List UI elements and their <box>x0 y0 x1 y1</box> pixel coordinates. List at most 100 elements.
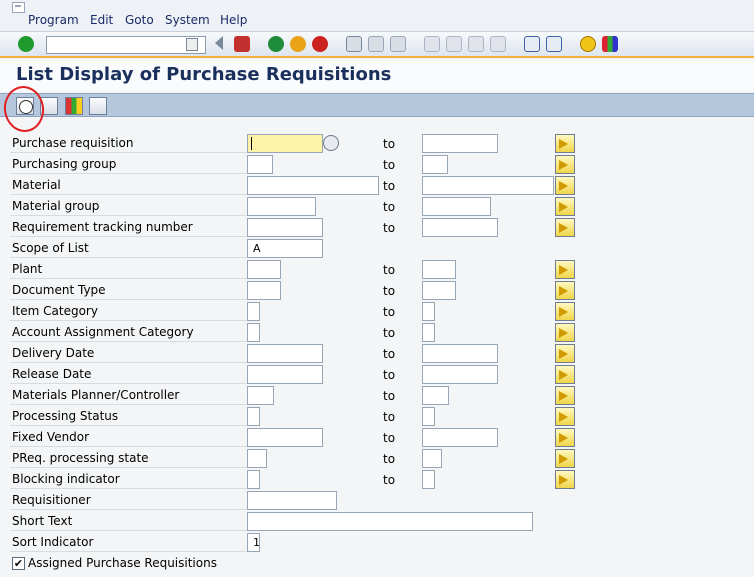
multiple-selection-arrow-icon[interactable] <box>555 197 575 216</box>
label-blocking-indicator: Blocking indicator <box>12 472 120 486</box>
field-blocking-indicator-to[interactable] <box>422 470 435 489</box>
multiple-selection-arrow-icon[interactable] <box>555 134 575 153</box>
multiple-selection-arrow-icon[interactable] <box>555 470 575 489</box>
field-preq-processing-state-from[interactable] <box>247 449 267 468</box>
field-purchasing-group-to[interactable] <box>422 155 448 174</box>
multiple-selection-arrow-icon[interactable] <box>555 365 575 384</box>
row-separator <box>10 425 247 426</box>
find-next-icon[interactable] <box>390 36 406 52</box>
to-label: to <box>383 368 396 382</box>
field-purchasing-group-from[interactable] <box>247 155 273 174</box>
menu-system[interactable]: System <box>165 12 210 28</box>
field-purchase-requisition-to[interactable] <box>422 134 498 153</box>
back-icon[interactable] <box>268 36 284 52</box>
field-short-text-from[interactable] <box>247 512 533 531</box>
to-label: to <box>383 221 396 235</box>
customize-layout-icon[interactable] <box>602 36 618 52</box>
print-icon[interactable] <box>346 36 362 52</box>
multiple-selection-arrow-icon[interactable] <box>555 176 575 195</box>
label-materials-planner-controller: Materials Planner/Controller <box>12 388 180 402</box>
field-material-to[interactable] <box>422 176 554 195</box>
add-selection-icon[interactable] <box>89 97 107 115</box>
field-item-category-from[interactable] <box>247 302 260 321</box>
field-document-type-from[interactable] <box>247 281 281 300</box>
label-processing-status: Processing Status <box>12 409 119 423</box>
collapse-arrow-icon[interactable] <box>215 36 223 50</box>
save-icon[interactable] <box>234 36 250 52</box>
last-page-icon[interactable] <box>490 36 506 52</box>
field-sort-indicator-from[interactable]: 1 <box>247 533 260 552</box>
find-icon[interactable] <box>368 36 384 52</box>
command-history-icon[interactable] <box>186 38 198 51</box>
command-field[interactable] <box>46 36 206 54</box>
field-item-category-to[interactable] <box>422 302 435 321</box>
field-scope-of-list-from[interactable]: A <box>247 239 323 258</box>
system-menu-icon[interactable] <box>12 2 25 13</box>
field-materials-planner-controller-from[interactable] <box>247 386 274 405</box>
help-icon[interactable] <box>580 36 596 52</box>
field-fixed-vendor-from[interactable] <box>247 428 323 447</box>
menu-program[interactable]: Program <box>28 12 79 28</box>
dynamic-selections-icon[interactable] <box>65 97 83 115</box>
row-separator <box>10 362 247 363</box>
to-label: to <box>383 326 396 340</box>
menu-help[interactable]: Help <box>220 12 247 28</box>
multiple-selection-arrow-icon[interactable] <box>555 407 575 426</box>
enter-check-icon[interactable] <box>18 36 34 52</box>
field-requirement-tracking-number-from[interactable] <box>247 218 323 237</box>
next-page-icon[interactable] <box>468 36 484 52</box>
row-separator <box>10 194 247 195</box>
multiple-selection-arrow-icon[interactable] <box>555 386 575 405</box>
field-fixed-vendor-to[interactable] <box>422 428 498 447</box>
field-requisitioner-from[interactable] <box>247 491 337 510</box>
field-plant-to[interactable] <box>422 260 456 279</box>
multiple-selection-arrow-icon[interactable] <box>555 155 575 174</box>
field-document-type-to[interactable] <box>422 281 456 300</box>
multiple-selection-arrow-icon[interactable] <box>555 260 575 279</box>
multiple-selection-arrow-icon[interactable] <box>555 218 575 237</box>
multiple-selection-arrow-icon[interactable] <box>555 449 575 468</box>
field-blocking-indicator-from[interactable] <box>247 470 260 489</box>
row-separator <box>10 551 247 552</box>
multiple-selection-arrow-icon[interactable] <box>555 302 575 321</box>
row-separator <box>10 299 247 300</box>
to-label: to <box>383 200 396 214</box>
menu-edit[interactable]: Edit <box>90 12 113 28</box>
to-label: to <box>383 473 396 487</box>
row-separator <box>10 152 247 153</box>
field-delivery-date-to[interactable] <box>422 344 498 363</box>
multiple-selection-arrow-icon[interactable] <box>555 323 575 342</box>
field-processing-status-to[interactable] <box>422 407 435 426</box>
field-requirement-tracking-number-to[interactable] <box>422 218 498 237</box>
exit-icon[interactable] <box>290 36 306 52</box>
field-processing-status-from[interactable] <box>247 407 260 426</box>
field-account-assignment-category-from[interactable] <box>247 323 260 342</box>
field-delivery-date-from[interactable] <box>247 344 323 363</box>
row-separator <box>10 509 247 510</box>
field-material-group-from[interactable] <box>247 197 316 216</box>
label-preq-processing-state: PReq. processing state <box>12 451 149 465</box>
first-page-icon[interactable] <box>424 36 440 52</box>
field-material-from[interactable] <box>247 176 379 195</box>
multiple-selection-arrow-icon[interactable] <box>555 428 575 447</box>
row-separator <box>10 383 247 384</box>
field-account-assignment-category-to[interactable] <box>422 323 435 342</box>
previous-page-icon[interactable] <box>446 36 462 52</box>
assigned-checkbox[interactable]: ✔ <box>12 557 25 570</box>
create-session-icon[interactable] <box>524 36 540 52</box>
multiple-selection-arrow-icon[interactable] <box>555 344 575 363</box>
field-plant-from[interactable] <box>247 260 281 279</box>
field-preq-processing-state-to[interactable] <box>422 449 442 468</box>
field-material-group-to[interactable] <box>422 197 491 216</box>
field-release-date-from[interactable] <box>247 365 323 384</box>
field-purchase-requisition-from[interactable] <box>247 134 323 153</box>
multiple-selection-arrow-icon[interactable] <box>555 281 575 300</box>
field-materials-planner-controller-to[interactable] <box>422 386 449 405</box>
cancel-icon[interactable] <box>312 36 328 52</box>
matchcode-icon[interactable] <box>323 135 339 151</box>
create-shortcut-icon[interactable] <box>546 36 562 52</box>
to-label: to <box>383 452 396 466</box>
field-release-date-to[interactable] <box>422 365 498 384</box>
menu-goto[interactable]: Goto <box>125 12 154 28</box>
row-separator <box>10 278 247 279</box>
